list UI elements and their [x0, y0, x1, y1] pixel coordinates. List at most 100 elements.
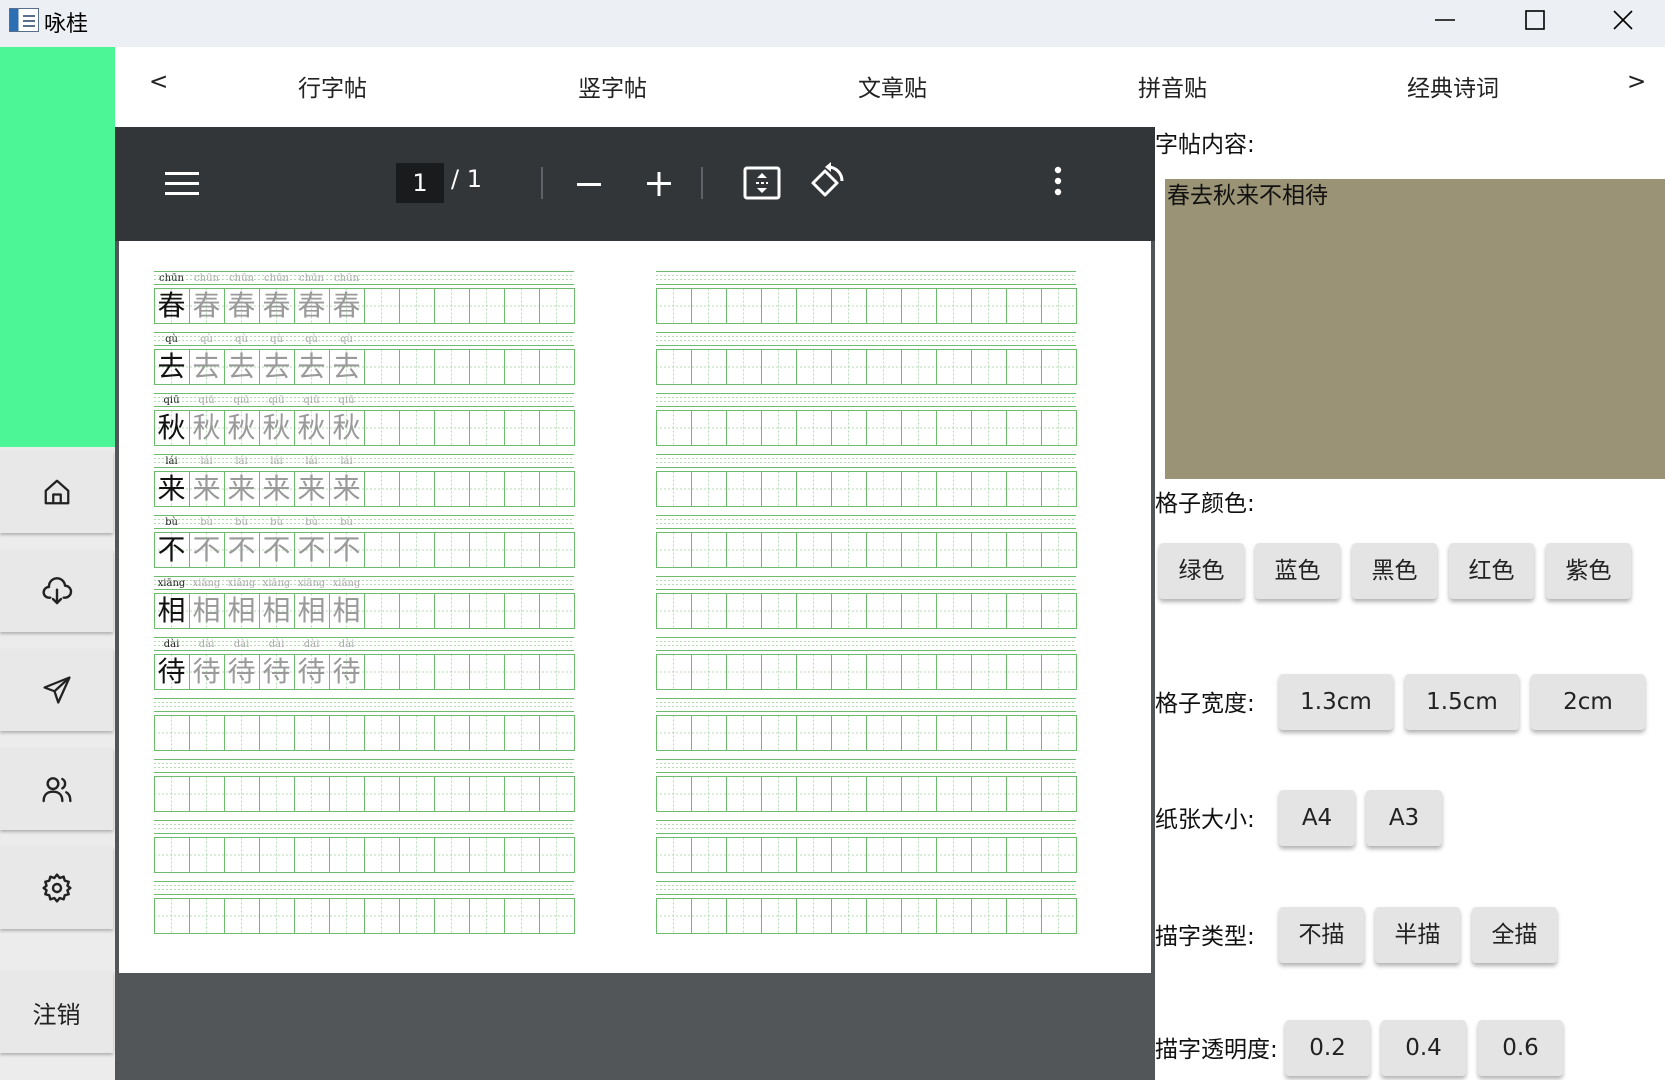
send-button[interactable]: [0, 649, 113, 731]
color-green-button[interactable]: 绿色: [1159, 543, 1244, 599]
pinyin-label: qù: [270, 334, 283, 345]
minimize-button[interactable]: [1399, 0, 1491, 40]
model-character: 待: [157, 655, 186, 688]
paper-a4-button[interactable]: A4: [1279, 790, 1355, 846]
close-button[interactable]: [1580, 0, 1665, 40]
tab-vertical[interactable]: 竖字帖: [578, 69, 647, 103]
users-button[interactable]: [0, 748, 113, 830]
worksheet-page: chūn 春 chūn 春 chūn 春 chūn 春 chūn 春 chūn 春 qù 去 qù 去 qù 去 q…: [119, 241, 1151, 973]
pinyin-label: dài: [268, 639, 285, 650]
app-window-icon: [9, 8, 39, 32]
width-2cm-button[interactable]: 2cm: [1531, 674, 1645, 730]
color-blue-button[interactable]: 蓝色: [1255, 543, 1340, 599]
tianzige-grid: [656, 454, 1077, 507]
pinyin-label: xiāng: [297, 578, 326, 589]
pinyin-label: chūn: [159, 273, 184, 284]
tab-article[interactable]: 文章贴: [858, 69, 927, 103]
maximize-button[interactable]: [1489, 0, 1581, 40]
pinyin-label: qiū: [163, 395, 180, 406]
download-icon: [42, 577, 72, 605]
trace-none-button[interactable]: 不描: [1279, 907, 1364, 963]
practice-row: [154, 881, 575, 942]
pinyin-label: bù: [305, 517, 318, 528]
opacity-0-2-button[interactable]: 0.2: [1285, 1020, 1370, 1076]
rotate-icon[interactable]: [809, 161, 847, 201]
trace-character: 去: [192, 350, 221, 383]
practice-row: qù 去 qù 去 qù 去 qù 去 qù 去 qù 去: [154, 332, 575, 393]
tianzige-grid: [656, 698, 1077, 751]
more-options-icon[interactable]: [1053, 165, 1063, 197]
opacity-0-6-button[interactable]: 0.6: [1478, 1020, 1563, 1076]
tab-classic-poems[interactable]: 经典诗词: [1407, 69, 1499, 103]
trace-character: 春: [332, 289, 361, 322]
page-number-input[interactable]: 1: [396, 163, 444, 203]
home-icon: [44, 479, 69, 505]
pinyin-label: lái: [165, 456, 178, 467]
tab-next-arrow[interactable]: >: [1627, 69, 1646, 95]
page-total: / 1: [451, 165, 482, 193]
trace-character: 来: [297, 472, 326, 505]
practice-row: [656, 881, 1077, 942]
pinyin-label: qù: [305, 334, 318, 345]
tianzige-grid: [154, 820, 575, 873]
home-button[interactable]: [0, 451, 113, 533]
pinyin-label: xiāng: [262, 578, 291, 589]
pinyin-label: dài: [163, 639, 180, 650]
trace-type-label: 描字类型:: [1155, 924, 1255, 950]
width-1-5cm-button[interactable]: 1.5cm: [1405, 674, 1519, 730]
practice-row: [656, 271, 1077, 332]
practice-row: chūn 春 chūn 春 chūn 春 chūn 春 chūn 春 chūn 春: [154, 271, 575, 332]
minimize-icon: [1435, 19, 1455, 21]
color-red-button[interactable]: 红色: [1449, 543, 1534, 599]
pinyin-label: qù: [340, 334, 353, 345]
tianzige-grid: [656, 515, 1077, 568]
zoom-out-icon[interactable]: [575, 171, 603, 197]
trace-half-button[interactable]: 半描: [1375, 907, 1460, 963]
width-1-3cm-button[interactable]: 1.3cm: [1279, 674, 1393, 730]
menu-icon[interactable]: [165, 171, 199, 197]
tianzige-grid: [656, 332, 1077, 385]
pinyin-label: qiū: [303, 395, 320, 406]
trace-character: 来: [227, 472, 256, 505]
settings-button[interactable]: [0, 847, 113, 929]
tab-prev-arrow[interactable]: <: [149, 69, 168, 95]
trace-full-button[interactable]: 全描: [1472, 907, 1557, 963]
tab-pinyin[interactable]: 拼音贴: [1138, 69, 1207, 103]
trace-character: 去: [297, 350, 326, 383]
model-character: 春: [157, 289, 186, 322]
content-textarea[interactable]: 春去秋来不相待: [1165, 179, 1665, 479]
pinyin-label: qiū: [198, 395, 215, 406]
pinyin-label: qiū: [233, 395, 250, 406]
trace-character: 来: [192, 472, 221, 505]
pinyin-label: dài: [233, 639, 250, 650]
tianzige-grid: [656, 881, 1077, 934]
practice-row: [656, 698, 1077, 759]
pinyin-label: dài: [303, 639, 320, 650]
tab-horizontal[interactable]: 行字帖: [298, 69, 367, 103]
pinyin-label: bù: [270, 517, 283, 528]
trace-character: 不: [262, 533, 291, 566]
sidebar-accent: [0, 47, 115, 447]
tianzige-grid: [656, 271, 1077, 324]
opacity-0-4-button[interactable]: 0.4: [1381, 1020, 1466, 1076]
download-button[interactable]: [0, 550, 113, 632]
trace-character: 秋: [297, 411, 326, 444]
logout-button[interactable]: 注销: [0, 971, 113, 1053]
tab-bar: < 行字帖 竖字帖 文章贴 拼音贴 经典诗词 >: [115, 47, 1665, 127]
model-character: 不: [157, 533, 186, 566]
fit-page-icon[interactable]: [743, 165, 781, 201]
maximize-icon: [1525, 10, 1545, 30]
trace-character: 秋: [227, 411, 256, 444]
tianzige-grid: [656, 393, 1077, 446]
color-purple-button[interactable]: 紫色: [1546, 543, 1631, 599]
zoom-in-icon[interactable]: [645, 170, 673, 198]
trace-character: 不: [227, 533, 256, 566]
color-black-button[interactable]: 黑色: [1352, 543, 1437, 599]
tianzige-grid: [656, 759, 1077, 812]
trace-character: 春: [227, 289, 256, 322]
paper-a3-button[interactable]: A3: [1366, 790, 1442, 846]
pinyin-label: lái: [200, 456, 213, 467]
trace-character: 相: [227, 594, 256, 627]
tianzige-grid: [656, 820, 1077, 873]
trace-character: 来: [332, 472, 361, 505]
